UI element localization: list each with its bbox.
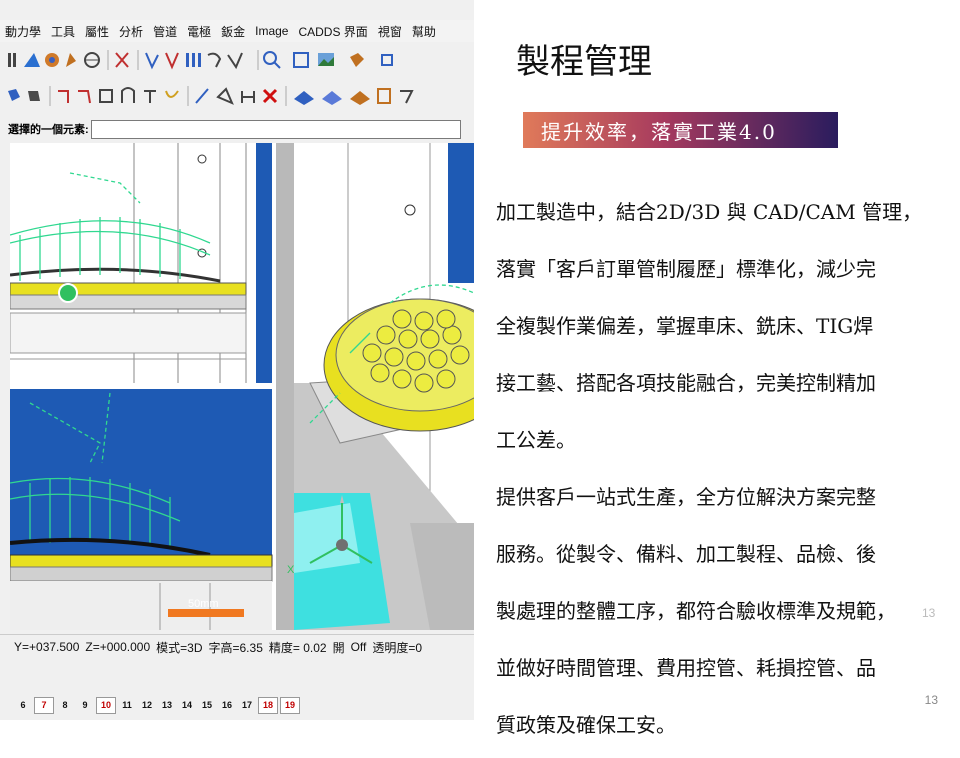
paragraph-line: 工公差。 xyxy=(496,428,576,452)
paragraph-line: 質政策及確保工安。 xyxy=(496,713,676,737)
menu-window[interactable]: 視窗 xyxy=(373,23,407,40)
layer-tab[interactable]: 14 xyxy=(178,698,196,713)
toolbar-2 xyxy=(0,80,474,112)
prompt-bar: 選擇的一個元素: xyxy=(0,117,474,141)
layer-icon[interactable] xyxy=(322,91,342,105)
status-mode[interactable]: 模式=3D xyxy=(153,639,205,656)
toolbar-icon[interactable] xyxy=(377,88,391,104)
viewport-area[interactable]: 50mm X xyxy=(10,143,474,630)
prompt-label: 選擇的一個元素: xyxy=(8,124,89,136)
menu-piping[interactable]: 管道 xyxy=(148,23,182,40)
menu-tools[interactable]: 工具 xyxy=(46,23,80,40)
paragraph-line: 落實「客戶訂單管制履歷」標準化，減少完 xyxy=(496,257,876,281)
menu-attributes[interactable]: 屬性 xyxy=(80,23,114,40)
scale-label: 50mm xyxy=(188,598,219,610)
toolbar-icon[interactable] xyxy=(165,52,179,70)
fit-view-icon[interactable] xyxy=(293,52,309,68)
cad-viewports[interactable]: 50mm X xyxy=(10,143,474,630)
toolbar-icon[interactable] xyxy=(84,52,100,68)
prompt-input[interactable] xyxy=(90,119,461,139)
axis-x-label: X xyxy=(287,564,295,576)
toolbar-icon[interactable] xyxy=(165,90,179,98)
toolbar-icon[interactable] xyxy=(145,52,159,70)
status-on[interactable]: 開 xyxy=(330,639,348,656)
paragraph-line: 提供客戶一站式生產，全方位解決方案完整 xyxy=(496,485,876,509)
toolbar-icon[interactable] xyxy=(24,53,40,67)
slide-body: 加工製造中，結合2D/3D 與 CAD/CAM 管理， 落實「客戶訂單管制履歷」… xyxy=(496,188,950,758)
toolbar-icon[interactable] xyxy=(195,88,209,104)
layer-tab[interactable]: 9 xyxy=(76,698,94,713)
layer-icon[interactable] xyxy=(294,91,314,105)
image-icon[interactable] xyxy=(318,53,334,66)
toolbar-icon[interactable] xyxy=(216,87,234,105)
menu-analysis[interactable]: 分析 xyxy=(114,23,148,40)
layer-tab-active[interactable]: 19 xyxy=(280,696,300,714)
toolbar-icon[interactable] xyxy=(241,91,255,103)
layer-tab[interactable]: 16 xyxy=(218,698,236,713)
layer-tab[interactable]: 6 xyxy=(14,698,32,713)
layer-tab[interactable]: 17 xyxy=(238,698,256,713)
layer-tab[interactable]: 12 xyxy=(138,698,156,713)
paragraph-line: 並做好時間管理、費用控管、耗損控管、品 xyxy=(496,656,876,680)
paragraph-line: 接工藝、搭配各項技能融合，完美控制精加 xyxy=(496,371,876,395)
toolbar-icon[interactable] xyxy=(400,90,414,104)
toolbar-icon[interactable] xyxy=(186,53,201,67)
page-number: 13 xyxy=(924,693,938,707)
layer-tab-active[interactable]: 7 xyxy=(34,696,54,714)
layer-tab[interactable]: 13 xyxy=(158,698,176,713)
toolbar-icon[interactable] xyxy=(227,52,243,70)
layer-bar: 6 7 8 9 10 11 12 13 14 15 16 17 18 19 xyxy=(0,694,474,716)
paragraph-line: 製處理的整體工序，都符合驗收標準及規範， xyxy=(496,599,896,623)
toolbar-icon[interactable] xyxy=(381,54,393,66)
toolbar-icon[interactable] xyxy=(99,89,113,103)
paragraph-line: 服務。從製令、備料、加工製程、品檢、後 xyxy=(496,542,876,566)
layer-tab[interactable]: 11 xyxy=(118,698,136,713)
layer-tab[interactable]: 8 xyxy=(56,698,74,713)
toolbar-icon[interactable] xyxy=(144,90,156,103)
menu-image[interactable]: Image xyxy=(250,24,293,38)
viewport-bottom-left[interactable]: 50mm xyxy=(10,389,273,630)
menu-help[interactable]: 幫助 xyxy=(407,23,441,40)
layer-tab[interactable]: 15 xyxy=(198,698,216,713)
status-transparency[interactable]: 透明度=0 xyxy=(369,639,425,656)
toolbar-icon[interactable] xyxy=(8,89,20,101)
layer-tab-active[interactable]: 10 xyxy=(96,696,116,714)
toolbar-icon[interactable] xyxy=(207,52,222,68)
status-bar: Y=+037.500 Z=+000.000 模式=3D 字高=6.35 精度= … xyxy=(0,634,474,659)
toolbar-1-icons[interactable] xyxy=(6,47,474,73)
slide-banner: 提升效率，落實工業4.0 xyxy=(523,112,838,148)
status-off[interactable]: Off xyxy=(348,640,370,654)
status-z-coord: Z=+000.000 xyxy=(85,640,151,654)
toolbar-icon[interactable] xyxy=(121,87,135,103)
toolbar-icon[interactable] xyxy=(28,91,40,101)
toolbar-2-icons[interactable] xyxy=(6,83,474,109)
menu-sheetmetal[interactable]: 鈑金 xyxy=(216,23,250,40)
toolbar-icon[interactable] xyxy=(8,53,16,67)
menu-bar: 動力學 工具 屬性 分析 管道 電極 鈑金 Image CADDS 界面 視窗 … xyxy=(0,20,474,42)
menu-dynamics[interactable]: 動力學 xyxy=(0,23,46,40)
status-precision[interactable]: 精度= 0.02 xyxy=(266,639,330,656)
layer-icon[interactable] xyxy=(350,91,370,105)
toolbar-icon[interactable] xyxy=(45,53,59,67)
menu-electrode[interactable]: 電極 xyxy=(182,23,216,40)
status-text-height[interactable]: 字高=6.35 xyxy=(206,639,266,656)
zoom-icon[interactable] xyxy=(263,51,281,69)
viewport-right[interactable]: X xyxy=(276,143,474,630)
paragraph-line: 全複製作業偏差，掌握車床、銑床、TIG焊 xyxy=(496,314,874,338)
toolbar-icon[interactable] xyxy=(78,90,91,104)
slide-title: 製程管理 xyxy=(516,42,652,82)
toolbar-1 xyxy=(0,44,474,76)
layer-tab-active[interactable]: 18 xyxy=(258,696,278,714)
toolbar-icon[interactable] xyxy=(66,53,76,67)
delete-icon[interactable] xyxy=(262,88,278,104)
toolbar-icon[interactable] xyxy=(115,52,129,68)
menu-cadds[interactable]: CADDS 界面 xyxy=(293,23,372,40)
toolbar-icon[interactable] xyxy=(350,53,364,67)
status-y-coord: Y=+037.500 xyxy=(14,640,80,654)
toolbar-icon[interactable] xyxy=(58,90,69,103)
paragraph-line: 加工製造中，結合2D/3D 與 CAD/CAM 管理， xyxy=(496,200,923,224)
cad-window: 動力學 工具 屬性 分析 管道 電極 鈑金 Image CADDS 界面 視窗 … xyxy=(0,0,474,720)
ghost-page-number: 13 xyxy=(922,606,936,620)
